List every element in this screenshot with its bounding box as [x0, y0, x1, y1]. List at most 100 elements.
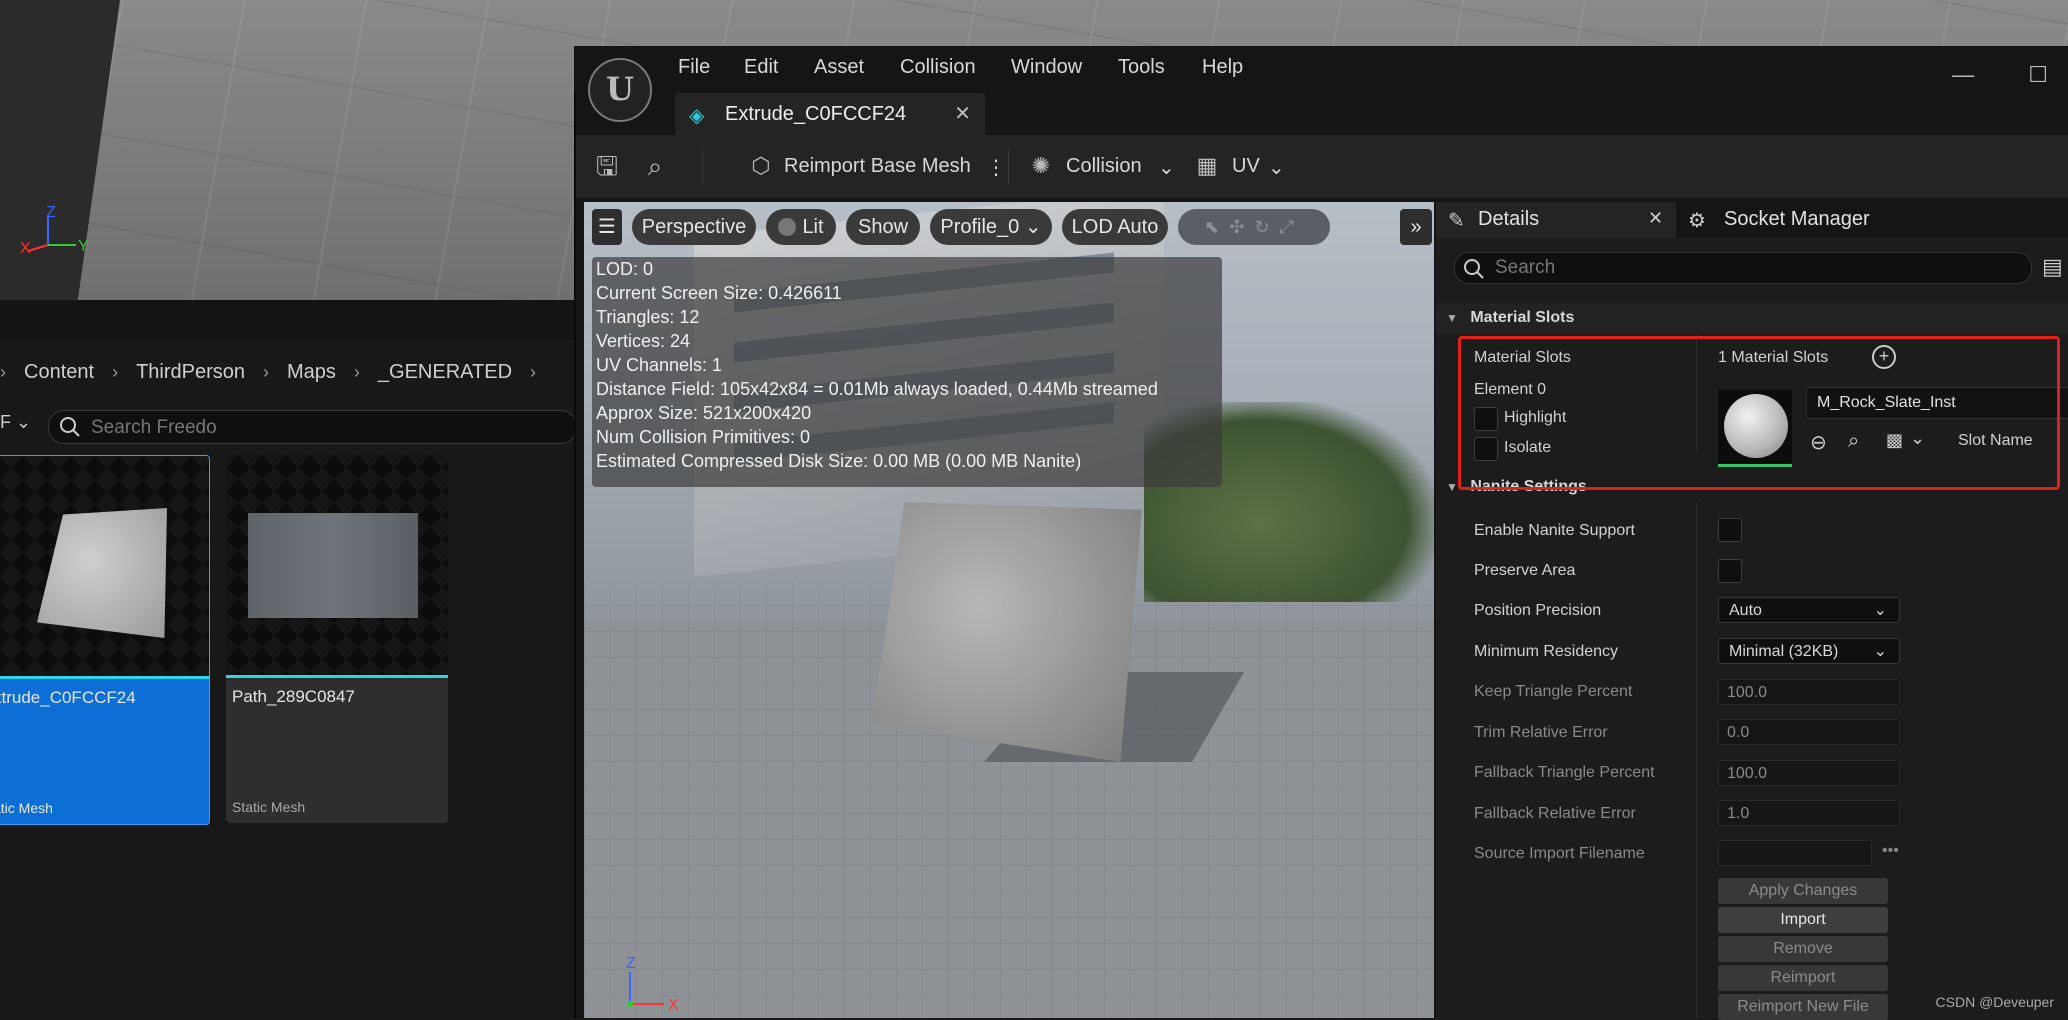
viewport-axes-icon: Z X	[626, 955, 679, 1012]
more-options-icon[interactable]: ⋮	[986, 155, 1006, 180]
svg-text:Z: Z	[46, 205, 56, 221]
static-mesh-icon: ◈	[689, 105, 705, 127]
viewport-menu-icon[interactable]: ☰	[592, 209, 622, 245]
preserve-area-checkbox[interactable]	[1718, 559, 1742, 583]
enable-nanite-label: Enable Nanite Support	[1474, 522, 1635, 539]
breadcrumb-thirdperson[interactable]: ThirdPerson	[136, 361, 245, 384]
close-tab-icon[interactable]: ✕	[954, 101, 971, 126]
maximize-icon[interactable]: ☐	[2028, 62, 2048, 87]
asset-tile-path[interactable]: Path_289C0847 Static Mesh	[226, 455, 448, 823]
stat-lod: LOD: 0	[596, 259, 654, 279]
stat-uv-channels: UV Channels: 1	[596, 355, 723, 375]
column-divider	[1696, 502, 1697, 1018]
chevron-right-icon: ›	[530, 361, 537, 382]
import-button[interactable]: Import	[1718, 907, 1888, 933]
trim-relative-error-field: 0.0	[1718, 719, 1900, 745]
remove-button[interactable]: Remove	[1718, 936, 1888, 962]
profile-dropdown[interactable]: Profile_0 ⌄	[930, 209, 1052, 245]
reimport-base-mesh-button[interactable]: Reimport Base Mesh	[784, 155, 971, 178]
reimport-new-file-button[interactable]: Reimport New File	[1718, 994, 1888, 1020]
content-browser: › Content › ThirdPerson › Maps › _GENERA…	[0, 300, 577, 1018]
transform-tools[interactable]: ⬉✣↻⤢	[1178, 209, 1330, 245]
menu-file[interactable]: File	[678, 56, 710, 79]
expand-toolbar-icon[interactable]: »	[1400, 209, 1432, 245]
menu-tools[interactable]: Tools	[1118, 56, 1165, 79]
details-search-box[interactable]: Search	[1454, 252, 2032, 284]
source-import-filename-label: Source Import Filename	[1474, 845, 1645, 862]
toolbar-divider	[702, 149, 703, 185]
menu-collision[interactable]: Collision	[900, 56, 976, 79]
minimize-icon[interactable]: —	[1952, 62, 1974, 87]
minimum-residency-select[interactable]: Minimal (32KB) ⌄	[1718, 638, 1900, 664]
details-panel: ✎ Details ✕ ⚙ Socket Manager Search ▤ ▼ …	[1436, 202, 2068, 1020]
asset-thumbnail	[0, 456, 209, 676]
asset-type: Static Mesh	[232, 799, 306, 815]
more-icon[interactable]: •••	[1882, 842, 1899, 860]
close-details-icon[interactable]: ✕	[1648, 208, 1663, 229]
uv-dropdown[interactable]: UV	[1232, 155, 1260, 178]
chevron-right-icon: ›	[112, 361, 119, 382]
menu-asset[interactable]: Asset	[814, 56, 864, 79]
mesh-stats-overlay: LOD: 0 Current Screen Size: 0.426611 Tri…	[592, 257, 1222, 487]
lit-button[interactable]: Lit	[766, 209, 836, 245]
asset-search-input[interactable]	[89, 415, 563, 441]
keep-triangle-percent-label: Keep Triangle Percent	[1474, 683, 1633, 700]
minimum-residency-label: Minimum Residency	[1474, 643, 1619, 660]
reimport-button[interactable]: Reimport	[1718, 965, 1888, 991]
position-precision-select[interactable]: Auto ⌄	[1718, 597, 1900, 623]
lit-sphere-icon	[778, 218, 796, 236]
asset-search-box[interactable]	[48, 410, 577, 444]
search-icon	[60, 417, 80, 437]
menu-window[interactable]: Window	[1011, 56, 1082, 79]
keep-triangle-percent-field: 100.0	[1718, 679, 1900, 705]
collision-dropdown[interactable]: Collision	[1066, 155, 1142, 178]
source-import-filename-field	[1718, 840, 1872, 866]
asset-tile-extrude[interactable]: xtrude_C0FCCF24 atic Mesh	[0, 455, 210, 825]
menu-edit[interactable]: Edit	[744, 56, 778, 79]
perspective-button[interactable]: Perspective	[632, 209, 756, 245]
asset-type-stripe	[226, 675, 448, 678]
mesh-preview	[37, 508, 167, 638]
save-icon[interactable]: 🖫	[590, 149, 624, 183]
viewport-toolbar: ☰ Perspective Lit Show Profile_0 ⌄ LOD A…	[592, 209, 1432, 245]
tab-details[interactable]: ✎ Details ✕	[1436, 202, 1676, 238]
breadcrumb-maps[interactable]: Maps	[287, 361, 336, 384]
breadcrumb-generated[interactable]: _GENERATED	[378, 361, 512, 384]
tab-socket-manager[interactable]: Socket Manager	[1724, 208, 1870, 231]
browse-asset-icon[interactable]: ⌕	[638, 149, 672, 183]
material-slots-section[interactable]: ▼ Material Slots	[1436, 303, 2068, 333]
tab-extrude[interactable]: ◈ Extrude_C0FCCF24 ✕	[675, 93, 985, 135]
unreal-logo-icon[interactable]: U	[588, 58, 652, 122]
asset-thumbnail	[226, 455, 448, 675]
fallback-relative-error-label: Fallback Relative Error	[1474, 805, 1636, 822]
content-browser-header	[0, 300, 575, 340]
chevron-down-icon: ⌄	[1024, 216, 1042, 238]
lod-button[interactable]: LOD Auto	[1062, 209, 1168, 245]
rock-plane-mesh[interactable]	[872, 502, 1142, 762]
stat-approx-size: Approx Size: 521x200x420	[596, 403, 812, 423]
svg-text:Y: Y	[78, 238, 89, 255]
search-icon	[1464, 259, 1484, 279]
stat-triangles: Triangles: 12	[596, 307, 700, 327]
stat-screen-size: Current Screen Size: 0.426611	[596, 283, 842, 303]
show-button[interactable]: Show	[846, 209, 920, 245]
breadcrumb-content[interactable]: Content	[24, 361, 94, 384]
asset-name: Path_289C0847	[232, 687, 355, 706]
reimport-icon: ⬡	[751, 153, 771, 178]
filter-button[interactable]: F ⌄	[0, 412, 31, 433]
enable-nanite-checkbox[interactable]	[1718, 518, 1742, 542]
chevron-down-icon: ⌄	[1873, 643, 1887, 660]
preserve-area-label: Preserve Area	[1474, 562, 1576, 579]
apply-changes-button[interactable]: Apply Changes	[1718, 878, 1888, 904]
breadcrumb: › Content › ThirdPerson › Maps › _GENERA…	[0, 355, 575, 389]
stat-distance-field: Distance Field: 105x42x84 = 0.01Mb alway…	[596, 379, 1158, 399]
material-section-title: Material Slots	[1470, 309, 1575, 326]
details-tab-strip: ✎ Details ✕ ⚙ Socket Manager	[1436, 202, 2068, 238]
filter-label: F	[0, 412, 11, 432]
menu-help[interactable]: Help	[1202, 56, 1243, 79]
trim-relative-error-label: Trim Relative Error	[1474, 724, 1608, 741]
table-view-icon[interactable]: ▤	[2042, 254, 2063, 280]
fallback-triangle-percent-field: 100.0	[1718, 760, 1900, 786]
asset-type-stripe	[0, 676, 209, 679]
mesh-viewport[interactable]: ☰ Perspective Lit Show Profile_0 ⌄ LOD A…	[584, 202, 1434, 1018]
